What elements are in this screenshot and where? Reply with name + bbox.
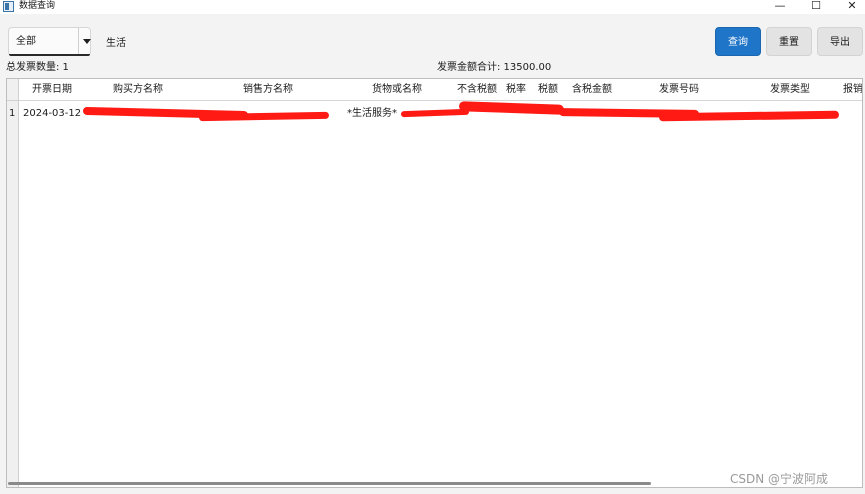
- export-button[interactable]: 导出: [817, 27, 863, 56]
- filter-selected-value: 全部: [16, 36, 36, 47]
- title-bar: 数据查询 — ☐ ✕: [0, 0, 865, 14]
- redaction-mark: [458, 101, 565, 115]
- row-header-column: 1: [7, 101, 19, 487]
- column-header-invoice-number[interactable]: 发票号码: [659, 83, 699, 97]
- close-icon[interactable]: ✕: [834, 0, 865, 14]
- column-header-buyer[interactable]: 购买方名称: [113, 83, 163, 97]
- column-header-tax[interactable]: 税额: [538, 83, 558, 97]
- dropdown-focus-underline: [9, 54, 90, 56]
- redaction-mark: [198, 111, 330, 122]
- column-header-invoice-type[interactable]: 发票类型: [770, 83, 810, 97]
- column-header-tax-rate[interactable]: 税率: [506, 83, 526, 97]
- invoice-table: 开票日期 购买方名称 销售方名称 货物或名称 不含税额 税率 税额 含税金额 发…: [6, 78, 863, 488]
- dropdown-divider: [78, 28, 79, 55]
- redaction-mark: [400, 108, 470, 118]
- column-header-goods[interactable]: 货物或名称: [372, 83, 422, 97]
- query-button[interactable]: 查询: [715, 27, 761, 56]
- app-window: 数据查询 — ☐ ✕ 全部 查询 重置 导出 总发票数量: 1 发票金额合计: …: [0, 0, 865, 494]
- filter-dropdown[interactable]: 全部: [8, 27, 91, 56]
- table-corner[interactable]: [7, 79, 19, 101]
- invoice-count: 总发票数量: 1: [6, 62, 69, 73]
- search-input[interactable]: [94, 27, 710, 56]
- column-header-date[interactable]: 开票日期: [32, 83, 72, 97]
- watermark: CSDN @宁波阿成: [730, 472, 829, 486]
- minimize-icon[interactable]: —: [762, 0, 798, 14]
- invoice-total: 发票金额合计: 13500.00: [437, 62, 552, 73]
- redaction-mark: [658, 110, 840, 122]
- horizontal-scrollbar[interactable]: [8, 482, 651, 485]
- toolbar: 全部 查询 重置 导出: [0, 14, 865, 58]
- maximize-icon[interactable]: ☐: [798, 0, 834, 14]
- column-header-amount-ex-tax[interactable]: 不含税额: [457, 83, 497, 97]
- table-header: 开票日期 购买方名称 销售方名称 货物或名称 不含税额 税率 税额 含税金额 发…: [19, 79, 862, 101]
- cell-date: 2024-03-12: [23, 108, 81, 119]
- app-icon: [3, 1, 14, 12]
- column-header-reimbursed[interactable]: 报销: [843, 83, 862, 97]
- row-number[interactable]: 1: [9, 107, 15, 121]
- reset-button[interactable]: 重置: [766, 27, 812, 56]
- table-row[interactable]: 2024-03-12 *生活服务*: [19, 101, 862, 125]
- column-header-amount-inc-tax[interactable]: 含税金额: [572, 83, 612, 97]
- column-header-seller[interactable]: 销售方名称: [243, 83, 293, 97]
- window-title: 数据查询: [19, 1, 56, 11]
- chevron-down-icon[interactable]: [83, 39, 91, 44]
